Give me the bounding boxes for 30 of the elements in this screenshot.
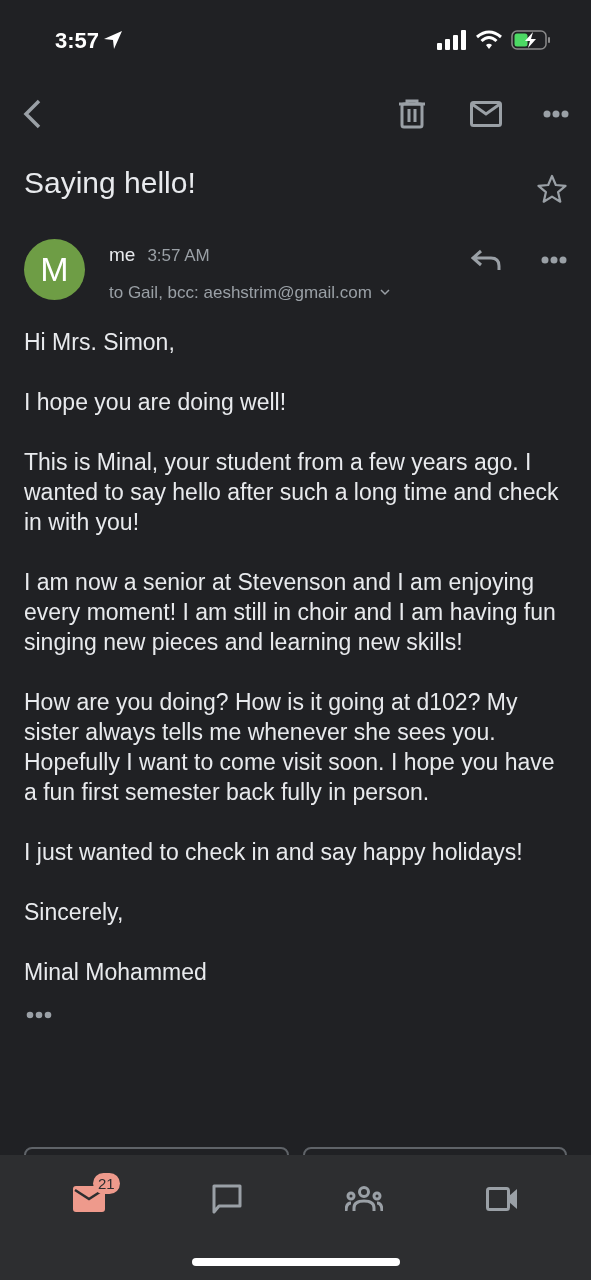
mark-unread-button[interactable] <box>470 101 502 127</box>
message-paragraph: I am now a senior at Stevenson and I am enjoying every moment! I am still in choir and I am having fun singing new pieces and learning new skills! <box>24 568 557 657</box>
message-paragraph: Sincerely, <box>24 898 125 927</box>
people-icon <box>345 1186 384 1212</box>
message-paragraph: Minal Mohammed <box>24 958 208 987</box>
sent-time: 3:57 AM <box>147 245 210 267</box>
sender-name: me <box>109 243 136 267</box>
email-subject: Saying hello! <box>24 165 197 201</box>
delete-button[interactable] <box>398 99 426 129</box>
unread-badge: 21 <box>92 1173 120 1194</box>
message-paragraph: This is Minal, your student from a few years ago. I wanted to say hello after such a long time and check in with you! <box>24 448 560 537</box>
status-time: 3:57 <box>55 26 100 55</box>
sender-avatar: M <box>24 239 85 300</box>
message-paragraph: How are you doing? How is it going at d102? My sister always tells me whenever she sees you. Hopefully I want to come visit soon. I hope you have a fun first semester back fully in person. <box>24 688 556 807</box>
wifi-icon <box>476 30 502 50</box>
more-button[interactable] <box>543 110 569 118</box>
battery-charging-icon <box>511 30 551 50</box>
message-paragraph: I just wanted to check in and say happy holidays! <box>24 838 524 867</box>
signal-icon <box>437 30 467 50</box>
show-trimmed-button[interactable] <box>26 1011 52 1019</box>
reply-button[interactable] <box>471 249 501 271</box>
recipients-toggle[interactable]: to Gail, bcc: aeshstrim@gmail.com <box>109 279 390 305</box>
star-button[interactable] <box>537 173 567 204</box>
message-paragraph: Hi Mrs. Simon, <box>24 328 176 357</box>
message-more-button[interactable] <box>541 256 567 264</box>
caret-icon <box>379 288 390 296</box>
location-arrow-icon <box>103 30 124 50</box>
message-paragraph: I hope you are doing well! <box>24 388 288 417</box>
chat-icon <box>210 1183 243 1215</box>
video-camera-icon <box>486 1187 519 1211</box>
